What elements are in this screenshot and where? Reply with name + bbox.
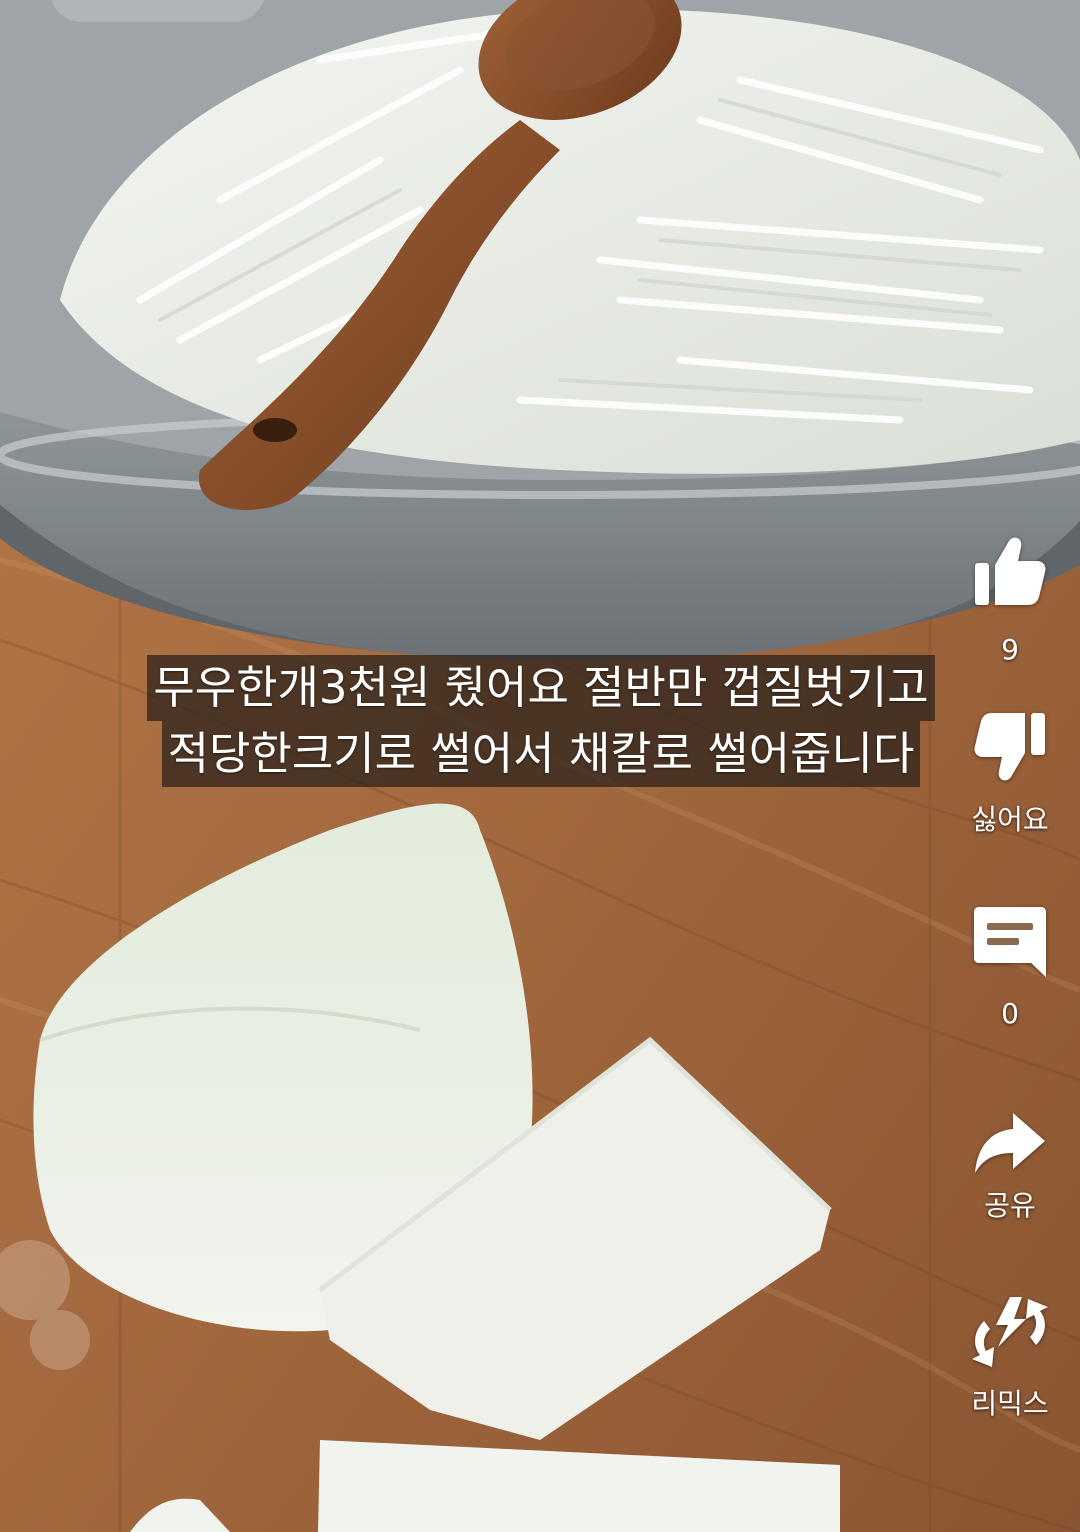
comment-count: 0 [1001, 997, 1019, 1030]
top-overlay-pill [50, 0, 265, 22]
comment-icon [974, 907, 1046, 977]
action-rail: 9 싫어요 0 공유 리믹스 [960, 535, 1060, 1421]
shorts-player[interactable]: 무우한개3천원 줬어요 절반만 껍질벗기고 적당한크기로 썰어서 채칼로 썰어줍… [0, 0, 1080, 1532]
dislike-label: 싫어요 [971, 803, 1049, 836]
like-count: 9 [1001, 633, 1019, 666]
thumbs-up-icon [975, 537, 1046, 605]
comment-button[interactable]: 0 [973, 905, 1047, 1031]
remix-icon [972, 1297, 1048, 1367]
video-caption: 무우한개3천원 줬어요 절반만 껍질벗기고 적당한크기로 썰어서 채칼로 썰어줍… [84, 655, 998, 787]
remix-button[interactable]: 리믹스 [970, 1295, 1050, 1421]
share-label: 공유 [984, 1189, 1036, 1222]
thumbs-down-icon [974, 713, 1045, 781]
caption-line-1: 무우한개3천원 줬어요 절반만 껍질벗기고 [147, 655, 935, 721]
like-button[interactable]: 9 [973, 535, 1047, 667]
remix-label: 리믹스 [971, 1387, 1049, 1420]
share-arrow-icon [975, 1113, 1045, 1173]
share-button[interactable]: 공유 [973, 1111, 1047, 1223]
caption-line-2: 적당한크기로 썰어서 채칼로 썰어줍니다 [161, 721, 921, 787]
dislike-button[interactable]: 싫어요 [971, 711, 1049, 837]
